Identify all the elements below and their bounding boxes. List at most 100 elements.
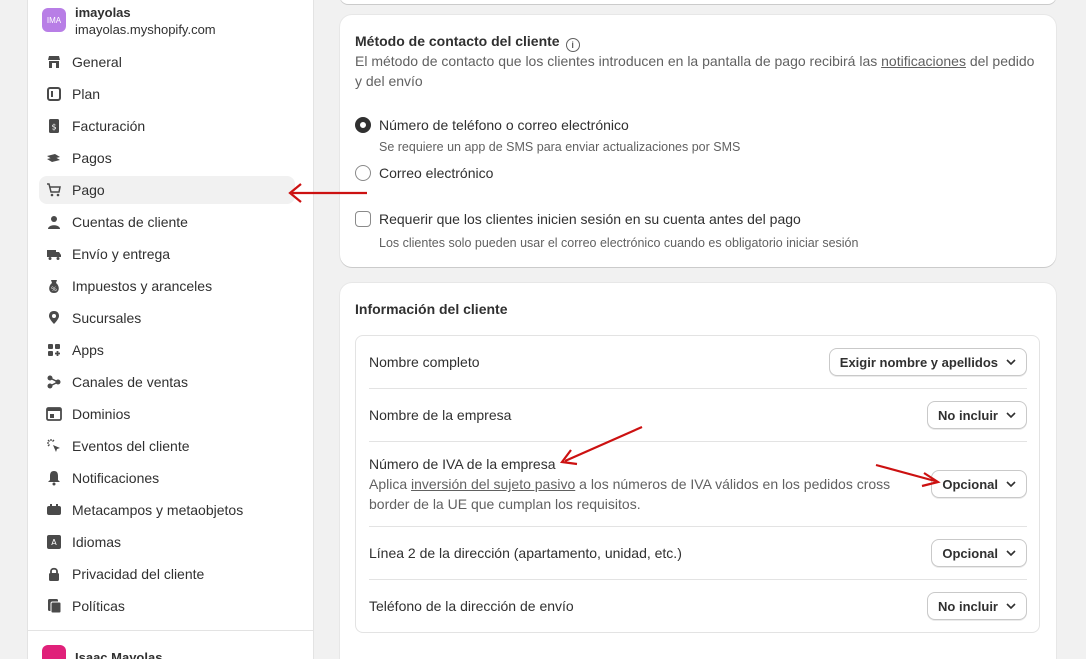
sidebar-item-billing[interactable]: $ Facturación bbox=[39, 112, 295, 140]
bell-icon bbox=[46, 470, 62, 486]
sidebar-item-label: Idiomas bbox=[72, 534, 122, 550]
customer-info-title: Información del cliente bbox=[355, 301, 508, 317]
radio-label: Número de teléfono o correo electrónico bbox=[379, 117, 629, 133]
sidebar-item-general[interactable]: General bbox=[39, 48, 295, 76]
domains-icon bbox=[46, 406, 62, 422]
radio-button[interactable] bbox=[355, 165, 371, 181]
address-line-2-select[interactable]: Opcional bbox=[931, 539, 1027, 567]
desc-text: a los números de IVA válidos en los pedi… bbox=[575, 476, 891, 492]
sidebar-item-notifications[interactable]: Notificaciones bbox=[39, 464, 295, 492]
sidebar-item-label: Impuestos y aranceles bbox=[72, 278, 213, 294]
field-label: Línea 2 de la dirección (apartamento, un… bbox=[369, 545, 682, 561]
sidebar-item-policies[interactable]: Políticas bbox=[39, 592, 295, 620]
radio-phone-or-email[interactable]: Número de teléfono o correo electrónico bbox=[355, 117, 629, 133]
divider bbox=[369, 526, 1027, 527]
sidebar-item-label: Notificaciones bbox=[72, 470, 160, 486]
store-url: imayolas.myshopify.com bbox=[75, 22, 216, 37]
select-value: Opcional bbox=[942, 476, 998, 492]
radio-email[interactable]: Correo electrónico bbox=[355, 165, 493, 181]
sidebar-item-label: General bbox=[72, 54, 122, 70]
sidebar-item-plan[interactable]: Plan bbox=[39, 80, 295, 108]
settings-sidebar: IMA imayolas imayolas.myshopify.com Gene… bbox=[27, 0, 314, 659]
cursor-icon bbox=[46, 438, 62, 454]
store-avatar: IMA bbox=[42, 8, 66, 32]
field-row-shipping-phone: Teléfono de la dirección de envío No inc… bbox=[369, 592, 1027, 620]
sidebar-item-customer-accounts[interactable]: Cuentas de cliente bbox=[39, 208, 295, 236]
sidebar-item-taxes[interactable]: % Impuestos y aranceles bbox=[39, 272, 295, 300]
sidebar-item-apps[interactable]: Apps bbox=[39, 336, 295, 364]
sidebar-item-label: Políticas bbox=[72, 598, 125, 614]
metafields-icon bbox=[46, 502, 62, 518]
contact-method-description: El método de contacto que los clientes i… bbox=[355, 51, 1045, 91]
language-icon: A bbox=[46, 534, 62, 550]
sidebar-item-label: Dominios bbox=[72, 406, 131, 422]
radio-button-checked[interactable] bbox=[355, 117, 371, 133]
reverse-charge-link[interactable]: inversión del sujeto pasivo bbox=[411, 476, 575, 492]
payments-icon bbox=[46, 150, 62, 166]
sidebar-item-customer-events[interactable]: Eventos del cliente bbox=[39, 432, 295, 460]
sidebar-item-label: Eventos del cliente bbox=[72, 438, 190, 454]
sidebar-item-locations[interactable]: Sucursales bbox=[39, 304, 295, 332]
chevron-down-icon bbox=[1006, 548, 1016, 559]
sidebar-item-languages[interactable]: A Idiomas bbox=[39, 528, 295, 556]
sidebar-item-checkout[interactable]: Pago bbox=[39, 176, 295, 204]
radio-help-text: Se requiere un app de SMS para enviar ac… bbox=[379, 140, 741, 154]
store-switcher[interactable]: IMA imayolas imayolas.myshopify.com bbox=[42, 4, 216, 38]
contact-method-title-text: Método de contacto del cliente bbox=[355, 33, 560, 49]
chevron-down-icon bbox=[1006, 357, 1016, 368]
sidebar-item-payments[interactable]: Pagos bbox=[39, 144, 295, 172]
sidebar-item-privacy[interactable]: Privacidad del cliente bbox=[39, 560, 295, 588]
contact-method-title: Método de contacto del cliente i bbox=[355, 33, 580, 52]
sidebar-item-label: Cuentas de cliente bbox=[72, 214, 188, 230]
avatar bbox=[42, 645, 66, 659]
shipping-phone-select[interactable]: No incluir bbox=[927, 592, 1027, 620]
lock-icon bbox=[46, 566, 62, 582]
sidebar-item-sales-channels[interactable]: Canales de ventas bbox=[39, 368, 295, 396]
select-value: No incluir bbox=[938, 407, 998, 423]
select-value: Opcional bbox=[942, 545, 998, 561]
svg-text:$: $ bbox=[51, 123, 56, 132]
notifications-link[interactable]: notificaciones bbox=[881, 53, 966, 69]
apps-icon bbox=[46, 342, 62, 358]
full-name-select[interactable]: Exigir nombre y apellidos bbox=[828, 348, 1027, 376]
sidebar-item-shipping[interactable]: Envío y entrega bbox=[39, 240, 295, 268]
sidebar-item-metafields[interactable]: Metacampos y metaobjetos bbox=[39, 496, 295, 524]
vat-description: Aplica inversión del sujeto pasivo a los… bbox=[369, 474, 909, 514]
require-login-checkbox-row[interactable]: Requerir que los clientes inicien sesión… bbox=[355, 211, 801, 227]
sidebar-item-label: Envío y entrega bbox=[72, 246, 171, 262]
vat-number-select[interactable]: Opcional bbox=[931, 470, 1027, 498]
user-menu[interactable]: Isaac Mayolas bbox=[28, 630, 313, 659]
divider bbox=[369, 388, 1027, 389]
sidebar-item-label: Canales de ventas bbox=[72, 374, 188, 390]
desc-text: del pedido bbox=[965, 53, 1035, 69]
user-name: Isaac Mayolas bbox=[75, 649, 163, 659]
checkbox-label: Requerir que los clientes inicien sesión… bbox=[379, 211, 801, 227]
radio-label: Correo electrónico bbox=[379, 165, 494, 181]
sidebar-item-label: Facturación bbox=[72, 118, 146, 134]
location-icon bbox=[46, 310, 62, 326]
require-login-checkbox[interactable] bbox=[355, 211, 371, 227]
previous-card bbox=[340, 0, 1056, 4]
desc-text: Aplica bbox=[369, 476, 412, 492]
company-name-select[interactable]: No incluir bbox=[927, 401, 1027, 429]
checkbox-help-text: Los clientes solo pueden usar el correo … bbox=[379, 236, 859, 250]
divider bbox=[369, 579, 1027, 580]
field-row-full-name: Nombre completo Exigir nombre y apellido… bbox=[369, 348, 1027, 376]
field-row-vat-number: Número de IVA de la empresa Aplica inver… bbox=[369, 454, 1027, 514]
tax-icon: % bbox=[46, 278, 62, 294]
person-icon bbox=[46, 214, 62, 230]
settings-nav: General Plan $ Facturación Pagos Pago Cu… bbox=[39, 48, 295, 624]
svg-text:%: % bbox=[51, 286, 57, 293]
billing-icon: $ bbox=[46, 118, 62, 134]
field-label: Número de IVA de la empresa bbox=[369, 456, 556, 472]
info-icon[interactable]: i bbox=[565, 38, 580, 52]
field-label: Nombre completo bbox=[369, 354, 480, 370]
sidebar-item-label: Pago bbox=[72, 182, 105, 198]
sidebar-item-domains[interactable]: Dominios bbox=[39, 400, 295, 428]
chevron-down-icon bbox=[1006, 479, 1016, 490]
sidebar-item-label: Pagos bbox=[72, 150, 112, 166]
chevron-down-icon bbox=[1006, 601, 1016, 612]
chevron-down-icon bbox=[1006, 410, 1016, 421]
svg-text:A: A bbox=[51, 538, 57, 547]
store-name: imayolas bbox=[75, 5, 131, 20]
